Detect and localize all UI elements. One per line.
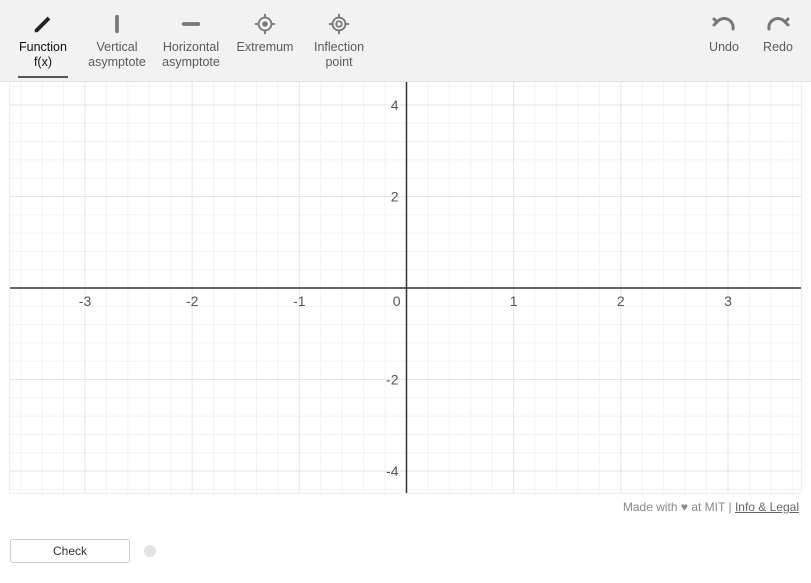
tool-vertical-asymptote[interactable]: Verticalasymptote — [80, 8, 154, 76]
svg-text:-2: -2 — [386, 372, 399, 388]
footer-made-with: Made with ♥ at MIT — [623, 500, 725, 514]
app-root: Functionf(x) Verticalasymptote Horizonta… — [0, 0, 811, 583]
redo-label: Redo — [763, 40, 793, 55]
horizontal-line-icon — [180, 12, 202, 36]
tool-horizontal-asymptote[interactable]: Horizontalasymptote — [154, 8, 228, 76]
check-button[interactable]: Check — [10, 539, 130, 563]
tool-group-drawing: Functionf(x) Verticalasymptote Horizonta… — [6, 8, 376, 76]
vertical-line-icon — [106, 12, 128, 36]
tool-inflection-point[interactable]: Inflectionpoint — [302, 8, 376, 76]
svg-text:4: 4 — [391, 97, 399, 113]
footer-sep: | — [725, 500, 735, 514]
tool-function-label: Functionf(x) — [19, 40, 67, 70]
svg-text:2: 2 — [617, 293, 625, 309]
footer: Made with ♥ at MIT | Info & Legal — [0, 500, 799, 514]
undo-label: Undo — [709, 40, 739, 55]
bottom-bar: Check — [10, 539, 156, 563]
redo-icon — [766, 12, 790, 36]
tool-group-history: Undo Redo — [697, 8, 805, 61]
svg-text:-3: -3 — [79, 293, 92, 309]
svg-text:3: 3 — [724, 293, 732, 309]
svg-text:2: 2 — [391, 188, 399, 204]
tool-vasymptote-label: Verticalasymptote — [88, 40, 146, 70]
toolbar: Functionf(x) Verticalasymptote Horizonta… — [0, 0, 811, 82]
status-indicator — [144, 545, 156, 557]
svg-text:-1: -1 — [293, 293, 306, 309]
pencil-icon — [32, 12, 54, 36]
coordinate-plane[interactable]: -3 -2 -1 0 1 2 3 -4 -2 2 4 — [9, 82, 802, 494]
target-hollow-icon — [328, 12, 350, 36]
undo-icon — [712, 12, 736, 36]
redo-button[interactable]: Redo — [751, 8, 805, 61]
svg-text:1: 1 — [510, 293, 518, 309]
tool-extremum[interactable]: Extremum — [228, 8, 302, 76]
undo-button[interactable]: Undo — [697, 8, 751, 61]
svg-text:-4: -4 — [386, 463, 399, 479]
svg-text:0: 0 — [393, 293, 401, 309]
tool-hasymptote-label: Horizontalasymptote — [162, 40, 220, 70]
target-filled-icon — [254, 12, 276, 36]
footer-info-legal-link[interactable]: Info & Legal — [735, 500, 799, 514]
tool-inflection-label: Inflectionpoint — [314, 40, 364, 70]
svg-text:-2: -2 — [186, 293, 199, 309]
grid-svg: -3 -2 -1 0 1 2 3 -4 -2 2 4 — [10, 82, 802, 494]
tool-extremum-label: Extremum — [237, 40, 294, 55]
tool-function[interactable]: Functionf(x) — [6, 8, 80, 76]
